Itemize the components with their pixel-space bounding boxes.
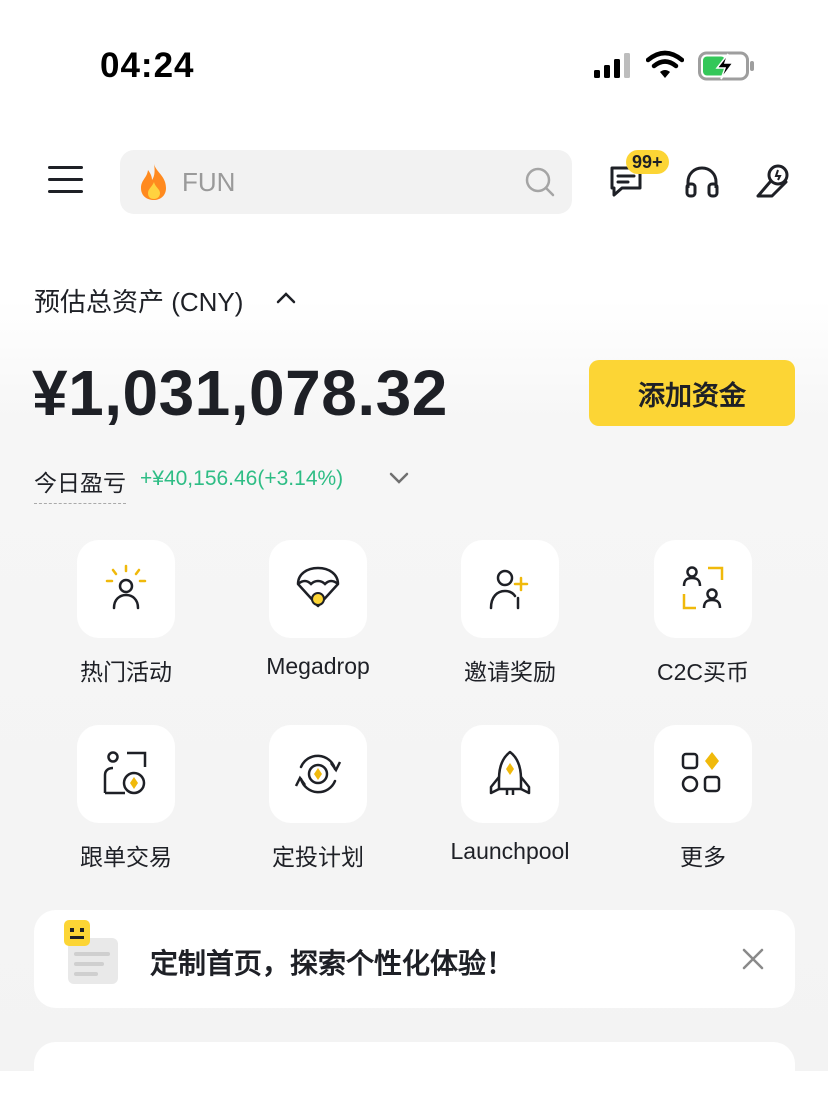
status-time: 04:24 [100,46,195,85]
shortcut-label: 邀请奖励 [464,659,556,685]
content-card [34,1042,795,1102]
shortcut-copy-trading[interactable] [77,725,175,823]
add-user-icon [489,569,529,610]
shortcut-label: 更多 [680,844,726,870]
cellular-signal-icon [594,53,630,78]
shortcut-auto-invest[interactable] [269,725,367,823]
search-icon[interactable] [524,166,556,198]
shortcut-label: 热门活动 [80,659,172,685]
today-pnl-label[interactable]: 今日盈亏 [34,464,126,504]
parachute-icon [296,566,340,608]
today-pnl-value: +¥40,156.46(+3.14%) [140,467,344,490]
menu-icon [48,166,83,169]
spotlight-user-icon [105,564,147,610]
battery-charging-icon [698,51,754,81]
search-input[interactable]: FUN [182,167,235,198]
shortcut-label: C2C买币 [656,659,749,685]
copy-trade-icon [103,751,147,795]
shortcut-more[interactable] [654,725,752,823]
customize-illustration-icon [64,920,118,984]
banner-message: 定制首页，探索个性化体验！ [150,948,515,979]
shortcut-launchpool[interactable] [461,725,559,823]
estimated-assets-label[interactable]: 预估总资产 (CNY) [34,282,243,319]
rocket-icon [489,750,531,795]
add-funds-button[interactable]: 添加资金 [589,360,795,426]
shortcut-label: Launchpool [450,838,570,864]
profile-icon[interactable] [756,162,792,202]
chevron-down-icon[interactable] [388,470,410,486]
auto-invest-icon [294,754,342,794]
more-grid-icon [681,752,721,793]
headset-icon[interactable] [684,164,720,200]
c2c-icon [682,566,724,610]
shortcut-label: 定投计划 [272,844,364,870]
fire-icon [141,164,166,200]
shortcut-megadrop[interactable] [269,540,367,638]
shortcut-label: 跟单交易 [80,844,172,870]
total-balance: ¥1,031,078.32 [32,357,448,429]
menu-button[interactable] [48,166,84,196]
close-icon[interactable] [740,946,766,972]
shortcut-hot-activities[interactable] [77,540,175,638]
notification-badge: 99+ [626,150,669,174]
shortcut-invite-rewards[interactable] [461,540,559,638]
shortcut-label: Megadrop [266,653,370,679]
chevron-up-icon[interactable] [276,290,296,304]
shortcut-c2c[interactable] [654,540,752,638]
wifi-icon [646,50,684,78]
